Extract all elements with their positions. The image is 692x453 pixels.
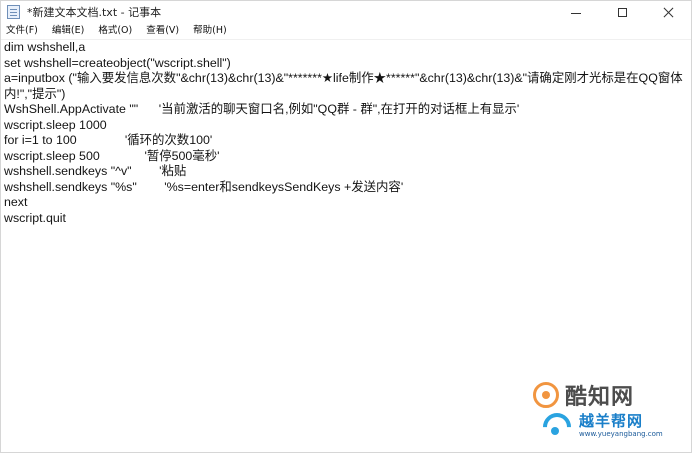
editor-line: wshshell.sendkeys "^v" '粘贴: [4, 164, 187, 178]
editor-line: a=inputbox ("输入要发信息次数"&chr(13)&chr(13)&"…: [4, 71, 683, 85]
yueyangbang-watermark-url: www.yueyangbang.com: [579, 430, 663, 438]
maximize-button[interactable]: [599, 1, 645, 23]
kuzhi-watermark: 酷知网: [533, 379, 634, 411]
editor-line: 内!","提示"): [4, 86, 66, 101]
kuzhi-watermark-text: 酷知网: [565, 385, 635, 410]
title-bar[interactable]: *新建文本文档.txt - 记事本: [1, 1, 691, 23]
menu-view[interactable]: 查看(V): [139, 23, 186, 39]
menu-help[interactable]: 帮助(H): [186, 23, 234, 39]
editor-line: dim wshshell,a: [4, 40, 86, 54]
yueyangbang-watermark-text: 越羊帮网: [579, 412, 644, 430]
notepad-window: *新建文本文档.txt - 记事本 文件(F) 编辑(E) 格式(O) 查看(V…: [0, 0, 692, 453]
window-title: *新建文本文档.txt - 记事本: [27, 6, 162, 19]
editor-line: next: [4, 195, 28, 209]
window-controls: [553, 1, 691, 23]
menu-format[interactable]: 格式(O): [91, 23, 139, 39]
notepad-icon: [7, 5, 20, 19]
editor-line: wscript.sleep 1000: [4, 117, 107, 132]
editor-line: set wshshell=createobject("wscript.shell…: [4, 55, 231, 70]
editor-line: wshshell.sendkeys "%s" '%s=enter和sendkey…: [4, 179, 404, 194]
close-icon: [663, 7, 674, 18]
menu-file[interactable]: 文件(F): [1, 23, 45, 39]
menu-edit[interactable]: 编辑(E): [45, 23, 91, 39]
kuzhi-logo-icon: [533, 382, 559, 408]
editor-line: WshShell.AppActivate "" '当前激活的聊天窗口名,例如"Q…: [4, 102, 520, 116]
minimize-icon: [571, 12, 581, 14]
menu-bar: 文件(F) 编辑(E) 格式(O) 查看(V) 帮助(H): [1, 23, 691, 40]
editor-line: for i=1 to 100 '循环的次数100': [4, 133, 213, 147]
editor-line: wscript.quit: [4, 210, 66, 225]
minimize-button[interactable]: [553, 1, 599, 23]
maximize-icon: [617, 7, 627, 17]
close-button[interactable]: [645, 1, 691, 23]
editor-line: wscript.sleep 500 '暂停500毫秒': [4, 148, 220, 163]
wifi-logo-icon: [537, 407, 577, 447]
yueyangbang-watermark: 越羊帮网 www.yueyangbang.com: [537, 407, 663, 447]
